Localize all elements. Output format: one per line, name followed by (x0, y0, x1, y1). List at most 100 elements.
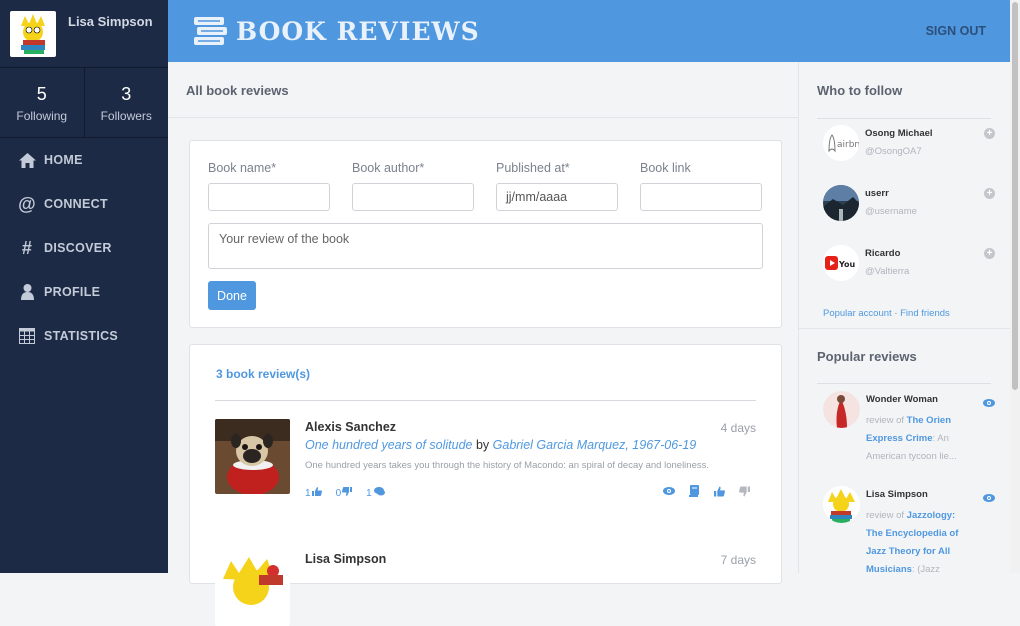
review-form: Book name* Book author* Published at* Bo… (189, 140, 782, 328)
popular-review-author[interactable]: Lisa Simpson (866, 489, 928, 500)
nav-profile-label: PROFILE (44, 285, 101, 299)
popular-review-item: Lisa Simpson review of Jazzology: The En… (823, 486, 995, 579)
popular-review-author[interactable]: Wonder Woman (866, 394, 938, 405)
review-time: 4 days (720, 421, 756, 435)
hashtag-icon: # (21, 237, 33, 258)
logo-text[interactable]: BOOK REVIEWS (236, 17, 480, 46)
review-author[interactable]: Alexis Sanchez (305, 420, 396, 434)
book-author-input[interactable] (352, 183, 474, 211)
nav-statistics[interactable]: STATISTICS (0, 314, 168, 358)
following-count: 5 (36, 84, 47, 104)
follow-avatar[interactable]: You (823, 245, 859, 281)
popular-review-text: review of The Orien Express Crime: An Am… (866, 412, 962, 466)
popular-account-link[interactable]: Popular account (823, 308, 892, 319)
thumbs-up-icon[interactable] (713, 485, 725, 497)
avatar[interactable] (10, 11, 56, 57)
popular-review-text: review of Jazzology: The Encyclopedia of… (866, 507, 962, 579)
svg-text:You: You (838, 260, 856, 269)
published-label: Published at* (496, 161, 570, 175)
who-to-follow-title: Who to follow (817, 83, 903, 98)
follow-links: Popular account · Find friends (823, 308, 950, 319)
profile-name: Lisa Simpson (68, 14, 153, 29)
book-icon[interactable] (688, 485, 700, 497)
follow-plus-icon[interactable]: + (984, 188, 995, 199)
review-item: Lisa Simpson 7 days (215, 551, 756, 626)
followers-label: Followers (100, 109, 152, 123)
stats-row: 5 Following 3 Followers (0, 68, 168, 138)
follow-avatar[interactable]: airbnb (823, 125, 859, 161)
published-date-input[interactable]: jj/mm/aaaa (496, 183, 618, 211)
divider (817, 383, 991, 384)
by-word: by (475, 438, 490, 452)
table-icon (18, 327, 36, 345)
book-author-link[interactable]: Gabriel Garcia Marquez (493, 438, 626, 452)
reviews-list: 3 book review(s) Alexis Sanchez 4 days O… (189, 344, 782, 626)
thumbs-down-icon[interactable] (738, 485, 750, 497)
followers-count: 3 (121, 84, 132, 104)
home-icon (18, 151, 36, 169)
nav-profile[interactable]: PROFILE (0, 270, 168, 314)
popular-review-item: Wonder Woman review of The Orien Express… (823, 391, 995, 481)
at-icon: @ (18, 193, 36, 214)
follow-avatar[interactable] (823, 185, 859, 221)
follow-handle: @OsongOA7 (865, 146, 922, 157)
book-name-input[interactable] (208, 183, 330, 211)
follow-suggestion: airbnb Osong Michael @OsongOA7 + (823, 125, 995, 165)
done-button[interactable]: Done (208, 281, 256, 310)
review-counts: 1 0 1 (305, 487, 385, 499)
book-name-label: Book name* (208, 161, 277, 175)
book-date-link[interactable]: 1967-06-19 (632, 438, 696, 452)
stat-following[interactable]: 5 Following (0, 68, 85, 137)
nav-discover-label: DISCOVER (44, 241, 112, 255)
nav-connect-label: CONNECT (44, 197, 108, 211)
nav-discover[interactable]: # DISCOVER (0, 226, 168, 270)
like-count[interactable]: 1 (305, 487, 322, 499)
review-of-label: review of (866, 510, 905, 521)
user-icon (18, 283, 36, 301)
dislike-count[interactable]: 0 (336, 487, 353, 499)
sign-out-link[interactable]: SIGN OUT (926, 24, 986, 38)
follow-handle: @username (865, 206, 917, 217)
follow-plus-icon[interactable]: + (984, 248, 995, 259)
follow-name[interactable]: Osong Michael (865, 128, 933, 139)
page-title: All book reviews (168, 62, 798, 118)
popular-review-avatar[interactable] (823, 486, 860, 523)
review-avatar[interactable] (215, 419, 290, 494)
popular-review-excerpt: : (Jazz (911, 564, 940, 575)
book-link-input[interactable] (640, 183, 762, 211)
follow-name[interactable]: Ricardo (865, 248, 900, 259)
view-icon[interactable] (663, 485, 675, 497)
book-link-label: Book link (640, 161, 691, 175)
review-textarea[interactable]: Your review of the book (208, 223, 763, 269)
find-friends-link[interactable]: Find friends (900, 308, 950, 319)
review-author[interactable]: Lisa Simpson (305, 552, 386, 566)
follow-plus-icon[interactable]: + (984, 128, 995, 139)
follow-handle: @Valtierra (865, 266, 910, 277)
link-separator: · (894, 308, 898, 319)
nav-connect[interactable]: @ CONNECT (0, 182, 168, 226)
following-label: Following (16, 109, 68, 123)
review-actions (663, 485, 750, 497)
popular-reviews-title: Popular reviews (817, 349, 917, 364)
divider (215, 400, 756, 401)
review-description: One hundred years takes you through the … (305, 460, 709, 471)
review-of-label: review of (866, 415, 905, 426)
top-header: BOOK REVIEWS SIGN OUT (168, 0, 1010, 62)
book-author-label: Book author* (352, 161, 425, 175)
books-icon (192, 13, 228, 49)
view-icon[interactable] (983, 394, 995, 412)
nav-home-label: HOME (44, 153, 83, 167)
book-title-link[interactable]: One hundred years of solitude (305, 438, 472, 452)
view-icon[interactable] (983, 489, 995, 507)
page-scrollbar[interactable] (1010, 0, 1020, 573)
comment-count[interactable]: 1 (366, 487, 385, 499)
follow-suggestion: You Ricardo @Valtierra + (823, 245, 995, 285)
follow-name[interactable]: userr (865, 188, 889, 199)
stat-followers[interactable]: 3 Followers (85, 68, 169, 137)
review-item: Alexis Sanchez 4 days One hundred years … (215, 419, 756, 499)
popular-review-avatar[interactable] (823, 391, 860, 428)
nav-home[interactable]: HOME (0, 138, 168, 182)
sidebar: Lisa Simpson 5 Following 3 Followers HOM… (0, 0, 168, 573)
review-avatar[interactable] (215, 551, 290, 626)
scrollbar-thumb[interactable] (1012, 2, 1018, 390)
